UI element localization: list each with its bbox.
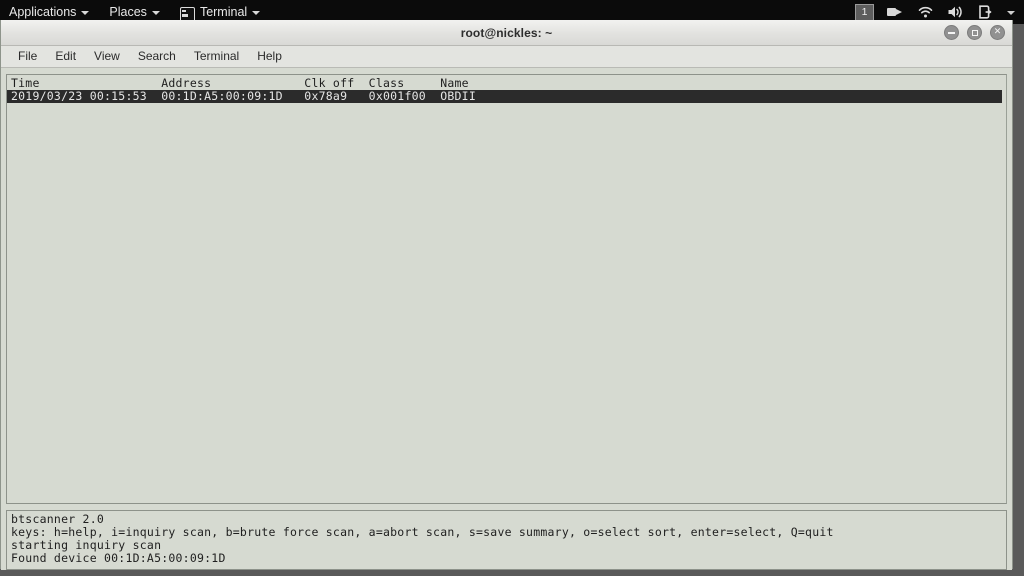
window-title: root@nickles: ~: [460, 25, 553, 40]
btscanner-status-pane: btscanner 2.0 keys: h=help, i=inquiry sc…: [6, 510, 1007, 570]
menu-item-view[interactable]: View: [85, 47, 129, 66]
menu-item-file[interactable]: File: [9, 47, 46, 66]
device-list-header: Time Address Clk off Class Name: [11, 76, 469, 90]
tray-chevron-down-icon[interactable]: [1007, 11, 1015, 15]
power-icon[interactable]: [977, 4, 994, 20]
screen-recorder-icon[interactable]: [887, 4, 904, 20]
status-line-found: Found device 00:1D:A5:00:09:1D: [11, 551, 226, 565]
maximize-icon: [971, 29, 978, 36]
menu-item-help[interactable]: Help: [248, 47, 291, 66]
close-button[interactable]: ✕: [990, 25, 1005, 40]
terminal-window: root@nickles: ~ ✕ File Edit View Search …: [0, 20, 1013, 570]
window-controls: ✕: [944, 20, 1005, 45]
menu-item-edit[interactable]: Edit: [46, 47, 85, 66]
terminal-body[interactable]: Time Address Clk off Class Name 2019/03/…: [1, 68, 1012, 570]
wifi-icon[interactable]: [917, 4, 934, 20]
workspace-indicator[interactable]: 1: [855, 3, 874, 21]
chevron-down-icon: [151, 11, 160, 15]
window-titlebar[interactable]: root@nickles: ~ ✕: [1, 20, 1012, 46]
chevron-down-icon: [252, 11, 261, 15]
close-icon: ✕: [993, 27, 1002, 37]
minimize-icon: [948, 32, 955, 34]
window-menubar: File Edit View Search Terminal Help: [1, 46, 1012, 68]
menu-item-terminal[interactable]: Terminal: [185, 47, 248, 66]
chevron-down-icon: [81, 11, 90, 15]
btscanner-device-list[interactable]: Time Address Clk off Class Name 2019/03/…: [6, 74, 1007, 504]
desktop-screen: Applications Places Terminal 1 root@nick…: [0, 0, 1024, 576]
minimize-button[interactable]: [944, 25, 959, 40]
menu-item-search[interactable]: Search: [129, 47, 185, 66]
device-list-row-selected[interactable]: 2019/03/23 00:15:53 00:1D:A5:00:09:1D 0x…: [7, 90, 1002, 103]
volume-icon[interactable]: [947, 4, 964, 20]
maximize-button[interactable]: [967, 25, 982, 40]
